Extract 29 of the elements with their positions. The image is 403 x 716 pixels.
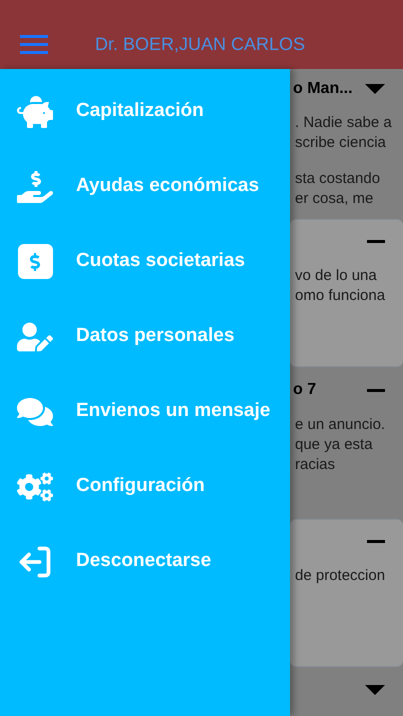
menu-item[interactable]: Datos personales (0, 299, 290, 374)
collapse-icon[interactable] (367, 240, 385, 242)
menu-item[interactable]: Configuración (0, 449, 290, 524)
card-text: vo de lo una (294, 266, 378, 286)
card-text: er cosa, me (294, 189, 374, 209)
collapse-icon[interactable] (367, 388, 385, 392)
card-title: o 7 (293, 380, 316, 400)
exit-icon (17, 544, 53, 580)
dropdown-triangle-icon[interactable] (365, 685, 385, 695)
card-text: . Nadie sabe a (294, 113, 390, 133)
dollar-icon (18, 244, 52, 279)
card-text: omo funciona (294, 286, 386, 306)
dropdown-triangle-icon[interactable] (365, 84, 385, 94)
card-text: de proteccion (294, 566, 386, 586)
card-text: sta costando (294, 169, 382, 189)
menu-item[interactable]: Envienos un mensaje (0, 374, 290, 449)
menu-item[interactable]: Ayudas económicas (0, 149, 290, 224)
card-title: o Man... (293, 79, 353, 99)
card-text: scribe ciencia (294, 133, 387, 153)
menu-item[interactable]: Capitalización (0, 74, 290, 149)
menu-item[interactable]: Cuotas societarias (0, 224, 290, 299)
piggy-bank-icon (17, 94, 53, 130)
card-text: racias (294, 455, 336, 475)
collapse-icon[interactable] (367, 540, 385, 542)
card-text: que ya esta (294, 435, 374, 455)
menu-item[interactable]: Desconectarse (0, 524, 290, 599)
hand-coins-icon (17, 168, 53, 204)
header-title: Dr. BOER,JUAN CARLOS (95, 33, 306, 56)
card-text: e un anuncio. (294, 415, 386, 435)
